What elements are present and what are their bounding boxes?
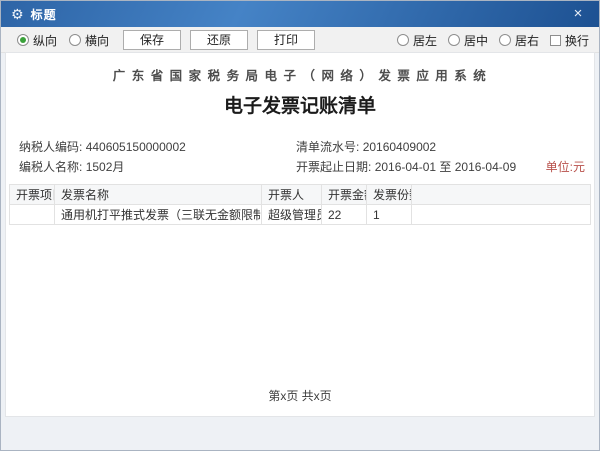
radio-landscape[interactable]: 横向: [69, 32, 109, 49]
radio-align-center-label: 居中: [464, 32, 488, 49]
col-header-empty: [412, 185, 591, 205]
field-taxpayer-name-label: 编税人名称:: [19, 160, 82, 174]
cell-invoice-name: 通用机打平推式发票（三联无金额限制版-210mm×297...: [55, 205, 262, 225]
col-header-issuer: 开票人: [262, 185, 322, 205]
document-panel: 广 东 省 国 家 税 务 局 电 子 （ 网 络 ） 发 票 应 用 系 统 …: [5, 52, 595, 417]
radio-portrait[interactable]: 纵向: [17, 32, 57, 49]
radio-align-left-icon[interactable]: [397, 34, 409, 46]
radio-landscape-icon[interactable]: [69, 34, 81, 46]
checkbox-wrap[interactable]: 换行: [550, 32, 589, 49]
title-bar: ⚙ 标题 ×: [1, 1, 599, 27]
radio-portrait-label: 纵向: [33, 32, 57, 49]
invoice-table: 开票项目 发票名称 开票人 开票金额 发票份数 通用机打平推式发票（三联无金额限…: [9, 184, 591, 225]
align-group: 居左 居中 居右 换行: [397, 27, 589, 53]
window-title: 标题: [31, 6, 57, 23]
gear-icon: ⚙: [11, 7, 24, 21]
cell-item: [10, 205, 55, 225]
checkbox-wrap-icon[interactable]: [550, 35, 561, 46]
col-header-item: 开票项目: [10, 185, 55, 205]
field-row-2: 编税人名称: 1502月 开票起止日期: 2016-04-01 至 2016-0…: [6, 158, 594, 174]
field-row-1: 纳税人编码: 440605150000002 清单流水号: 2016040900…: [6, 138, 594, 154]
checkbox-wrap-label: 换行: [565, 32, 589, 49]
field-taxpayer-code-label: 纳税人编码:: [19, 140, 82, 154]
print-button[interactable]: 打印: [257, 30, 315, 50]
cell-copies: 1: [367, 205, 412, 225]
action-buttons: 保存 还原 打印: [123, 27, 315, 53]
save-button[interactable]: 保存: [123, 30, 181, 50]
radio-landscape-label: 横向: [85, 32, 109, 49]
col-header-copies: 发票份数: [367, 185, 412, 205]
cell-issuer: 超级管理员: [262, 205, 322, 225]
field-date-range: 开票起止日期: 2016-04-01 至 2016-04-09: [296, 158, 516, 175]
radio-align-right-icon[interactable]: [499, 34, 511, 46]
radio-align-right[interactable]: 居右: [499, 32, 539, 49]
col-header-invoice-name: 发票名称: [55, 185, 262, 205]
table-header-row: 开票项目 发票名称 开票人 开票金额 发票份数: [10, 185, 591, 205]
restore-button[interactable]: 还原: [190, 30, 248, 50]
page-footer: 第x页 共x页: [6, 387, 594, 404]
radio-align-right-label: 居右: [515, 32, 539, 49]
field-list-serial-value: 20160409002: [363, 140, 436, 154]
page-title: 电子发票记账清单: [6, 91, 594, 118]
field-taxpayer-name: 编税人名称: 1502月: [19, 158, 124, 175]
radio-align-center[interactable]: 居中: [448, 32, 488, 49]
field-taxpayer-code: 纳税人编码: 440605150000002: [19, 138, 186, 155]
cell-amount: 22: [322, 205, 367, 225]
field-date-range-label: 开票起止日期:: [296, 160, 371, 174]
toolbar: 纵向 横向 保存 还原 打印 居左 居中 居右: [1, 27, 599, 53]
field-list-serial: 清单流水号: 20160409002: [296, 138, 436, 155]
radio-portrait-icon[interactable]: [17, 34, 29, 46]
field-taxpayer-name-value: 1502月: [86, 160, 125, 174]
radio-align-left[interactable]: 居左: [397, 32, 437, 49]
orientation-group: 纵向 横向: [17, 27, 109, 53]
org-title: 广 东 省 国 家 税 务 局 电 子 （ 网 络 ） 发 票 应 用 系 统: [6, 65, 594, 84]
col-header-amount: 开票金额: [322, 185, 367, 205]
unit-label: 单位:元: [546, 158, 585, 175]
table-row[interactable]: 通用机打平推式发票（三联无金额限制版-210mm×297... 超级管理员 22…: [10, 205, 591, 225]
field-list-serial-label: 清单流水号:: [296, 140, 359, 154]
field-date-range-value: 2016-04-01 至 2016-04-09: [375, 160, 516, 174]
field-taxpayer-code-value: 440605150000002: [86, 140, 186, 154]
cell-empty: [412, 205, 591, 225]
radio-align-center-icon[interactable]: [448, 34, 460, 46]
app-window: ⚙ 标题 × 纵向 横向 保存 还原 打印 居左: [0, 0, 600, 451]
close-icon[interactable]: ×: [567, 4, 589, 24]
radio-align-left-label: 居左: [413, 32, 437, 49]
